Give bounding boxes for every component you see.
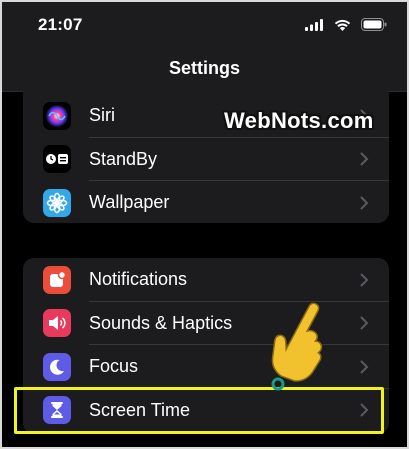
settings-row-label: StandBy xyxy=(89,148,158,169)
settings-row-label: Wallpaper xyxy=(89,192,170,213)
status-icons xyxy=(299,16,387,32)
chevron-right-icon xyxy=(360,316,369,330)
settings-row-screen-time[interactable]: Screen Time xyxy=(23,389,389,433)
wallpaper-icon xyxy=(43,188,71,217)
pointing-hand-icon xyxy=(271,302,323,391)
page-title: Settings xyxy=(168,58,240,78)
status-time: 21:07 xyxy=(38,15,83,34)
moon-icon xyxy=(43,352,71,381)
speaker-icon xyxy=(43,309,71,338)
settings-row-label: Notifications xyxy=(89,269,188,290)
settings-row-notifications[interactable]: Notifications xyxy=(23,258,389,302)
siri-icon xyxy=(43,101,71,130)
notifications-icon xyxy=(43,265,71,294)
settings-row-label: Screen Time xyxy=(89,399,191,420)
hourglass-icon xyxy=(43,396,71,425)
chevron-right-icon xyxy=(360,273,369,287)
wifi-icon xyxy=(334,19,350,31)
standby-icon xyxy=(43,145,71,174)
settings-row-standby[interactable]: StandBy xyxy=(23,138,389,181)
chevron-right-icon xyxy=(360,403,369,417)
phone-screen: 21:07 Settings Siri StandBy Wallpaper No… xyxy=(0,0,409,449)
chevron-right-icon xyxy=(360,196,369,210)
chevron-right-icon xyxy=(360,360,369,374)
settings-row-wallpaper[interactable]: Wallpaper xyxy=(23,181,389,223)
settings-row-label: Sounds & Haptics xyxy=(89,312,233,333)
settings-row-label: Focus xyxy=(89,356,139,377)
battery-icon xyxy=(361,18,387,32)
settings-row-label: Siri xyxy=(89,105,115,126)
status-bar: 21:07 xyxy=(2,2,407,48)
watermark: WebNots.com xyxy=(224,108,374,133)
chevron-right-icon xyxy=(360,152,369,166)
settings-group-general: Siri StandBy Wallpaper xyxy=(23,83,389,223)
cellular-signal-icon xyxy=(305,18,324,31)
